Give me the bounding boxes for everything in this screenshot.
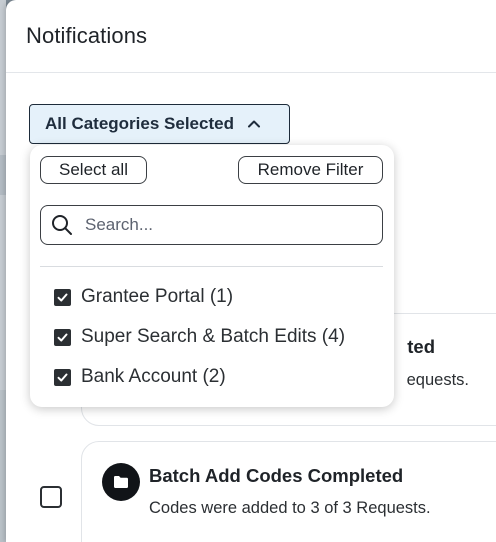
category-option-label: Grantee Portal (1) <box>81 286 234 307</box>
category-filter-label: All Categories Selected <box>45 114 234 133</box>
category-option-label: Super Search & Batch Edits (4) <box>81 326 346 347</box>
notification-description: Codes were added to 3 of 3 Requests. <box>149 499 431 517</box>
chevron-up-icon <box>246 116 262 132</box>
panel-header: Notifications <box>6 0 496 73</box>
select-all-button[interactable]: Select all <box>40 156 147 184</box>
category-search-input[interactable] <box>85 215 365 235</box>
panel-title: Notifications <box>26 23 148 48</box>
notification-card[interactable]: Batch Add Codes Completed Codes were add… <box>81 441 496 542</box>
notification-title: Batch Add Codes Completed <box>149 465 404 486</box>
checkbox-checked-icon[interactable] <box>54 288 71 306</box>
category-search-field[interactable] <box>40 205 383 245</box>
folder-icon <box>102 463 140 501</box>
category-option-bank-account[interactable]: Bank Account (2) <box>54 366 226 388</box>
category-option-super-search[interactable]: Super Search & Batch Edits (4) <box>54 326 345 348</box>
dropdown-divider <box>40 266 383 267</box>
checkbox-checked-icon[interactable] <box>54 328 71 346</box>
search-icon <box>51 214 73 236</box>
category-option-label: Bank Account (2) <box>81 366 226 387</box>
category-option-grantee-portal[interactable]: Grantee Portal (1) <box>54 286 233 308</box>
checkbox-checked-icon[interactable] <box>54 368 71 386</box>
remove-filter-button[interactable]: Remove Filter <box>238 156 383 184</box>
category-filter-dropdown: Select all Remove Filter Grantee Portal … <box>30 145 394 407</box>
notification-select-checkbox[interactable] <box>40 486 62 508</box>
category-filter-button[interactable]: All Categories Selected <box>29 104 290 144</box>
